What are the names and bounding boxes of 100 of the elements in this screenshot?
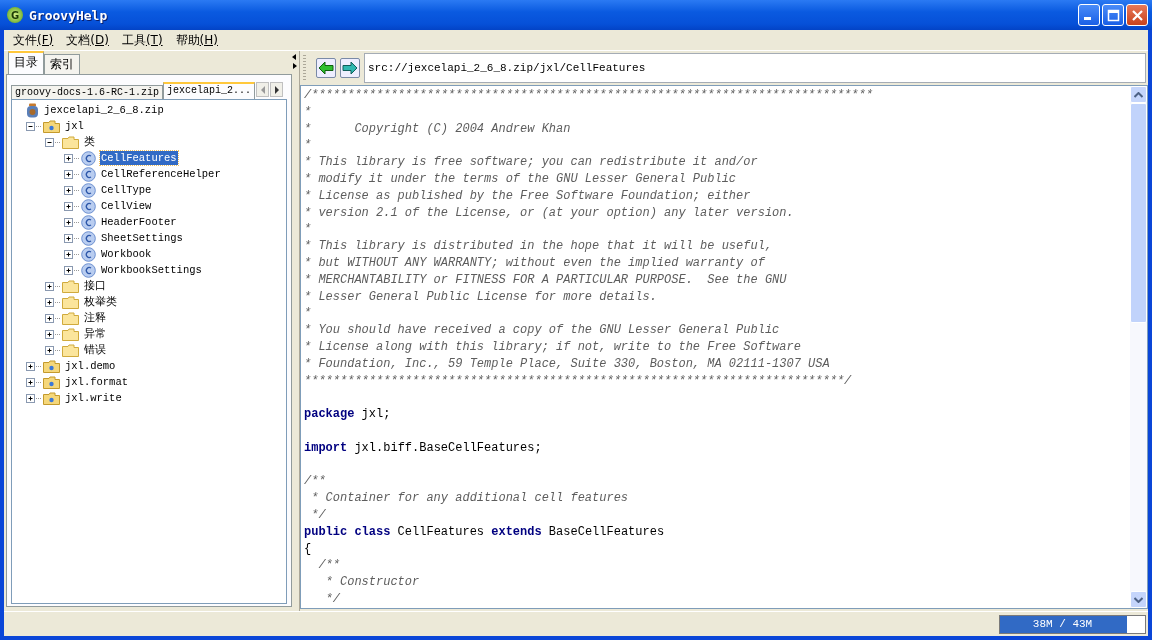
scroll-down-button[interactable]: [1130, 591, 1147, 608]
code-comment: * Foundation, Inc., 59 Temple Place, Suite 330, Boston, MA 02111-1307 USA: [304, 356, 830, 371]
document-tab[interactable]: jexcelapi_2...: [163, 82, 256, 99]
folder-icon: [62, 135, 79, 149]
code-comment: *: [304, 104, 312, 119]
tree-item[interactable]: CellView: [100, 199, 153, 213]
code-comment: /******************************************************************************: [304, 88, 873, 102]
code-comment: *: [304, 138, 312, 153]
expander-icon[interactable]: [64, 216, 81, 228]
tree-item[interactable]: HeaderFooter: [100, 215, 178, 229]
folder-icon: [62, 311, 79, 325]
tab[interactable]: 目录: [8, 51, 44, 74]
code-comment: * Container for any additional cell features: [310, 491, 629, 506]
class-icon: [81, 166, 96, 182]
expander-icon[interactable]: [64, 152, 81, 164]
expander-icon[interactable]: [45, 344, 62, 356]
memory-reading: 38M / 43M: [1031, 616, 1094, 632]
tab[interactable]: 索引: [44, 54, 80, 74]
tree-item[interactable]: CellReferenceHelper: [100, 167, 222, 181]
menu-item[interactable]: 文档(D): [60, 31, 116, 49]
expander-icon[interactable]: [26, 360, 43, 372]
maximize-icon: [1106, 8, 1120, 22]
code-text: jxl.biff.BaseCellFeatures;: [353, 440, 542, 455]
scrollbar-thumb[interactable]: [1130, 103, 1147, 323]
minimize-button[interactable]: [1078, 4, 1100, 26]
address-field[interactable]: src://jexcelapi_2_6_8.zip/jxl/CellFeatures: [364, 53, 1146, 83]
code-comment: * You should have received a copy of the GNU Lesser General Public: [304, 323, 780, 338]
expander-icon[interactable]: [64, 232, 81, 244]
code-comment: * modify it under the terms of the GNU Lesser General Public: [304, 172, 737, 186]
class-icon: [81, 150, 96, 166]
tree-item[interactable]: jxl.format: [64, 375, 129, 389]
code-comment: * version 2.1 of the License, or (at your option) any later version.: [304, 205, 794, 220]
code-comment: * Lesser General Public License for more details.: [304, 289, 657, 304]
code-text: {: [304, 541, 312, 556]
code-comment: /**: [317, 558, 340, 573]
code-keyword: import: [304, 440, 348, 455]
back-button[interactable]: [316, 58, 336, 78]
chevron-down-icon: [1134, 596, 1143, 603]
left-triangle-icon: [259, 85, 266, 94]
tree-item[interactable]: jexcelapi_2_6_8.zip: [43, 103, 165, 117]
code-comment: * This library is free software; you can redistribute it and/or: [304, 155, 758, 170]
code-keyword: extends: [491, 524, 542, 539]
forward-arrow-icon: [342, 61, 358, 75]
code-comment: * MERCHANTABILITY or FITNESS FOR A PARTICULAR PURPOSE. See the GNU: [304, 272, 787, 287]
expander-icon[interactable]: [26, 392, 43, 404]
tree-item[interactable]: jxl.write: [64, 391, 123, 405]
code-keyword: public class: [304, 524, 391, 539]
vertical-scrollbar[interactable]: [1130, 86, 1147, 608]
code-comment: *: [304, 222, 312, 237]
expander-icon[interactable]: [64, 248, 81, 260]
tree-item[interactable]: SheetSettings: [100, 231, 184, 245]
minimize-icon: [1084, 16, 1091, 20]
tree-item[interactable]: jxl: [64, 119, 85, 133]
expander-icon[interactable]: [45, 296, 62, 308]
code-keyword: package: [304, 407, 355, 422]
code-comment: * Copyright (C) 2004 Andrew Khan: [304, 121, 571, 136]
tree-item[interactable]: 注释: [83, 311, 107, 325]
class-icon: [81, 198, 96, 214]
back-arrow-icon: [318, 61, 334, 75]
code-text: BaseCellFeatures: [547, 524, 665, 539]
forward-button[interactable]: [340, 58, 360, 78]
expander-icon[interactable]: [26, 376, 43, 388]
tree-item[interactable]: CellType: [100, 183, 153, 197]
scroll-up-button[interactable]: [1130, 86, 1147, 103]
package-folder-icon: [43, 375, 60, 389]
menu-item[interactable]: 文件(F): [7, 31, 61, 49]
tree-item[interactable]: 接口: [83, 279, 107, 293]
folder-icon: [62, 295, 79, 309]
tree-item[interactable]: WorkbookSettings: [100, 263, 203, 277]
expander-icon[interactable]: [45, 312, 62, 324]
code-comment: /**: [304, 474, 326, 489]
scroll-right-button[interactable]: [270, 82, 284, 97]
package-folder-icon: [43, 359, 60, 373]
tree-item[interactable]: 错误: [83, 343, 107, 357]
expander-icon[interactable]: [64, 184, 81, 196]
app-logo-icon: G: [7, 7, 23, 23]
tree-item[interactable]: 类: [83, 135, 96, 149]
expander-icon[interactable]: [64, 200, 81, 212]
document-tab[interactable]: groovy-docs-1.6-RC-1.zip: [11, 85, 164, 99]
menu-item[interactable]: 工具(T): [115, 31, 170, 49]
tree-item[interactable]: CellFeatures: [100, 151, 178, 165]
tree-item[interactable]: 枚举类: [83, 295, 118, 309]
expander-icon[interactable]: [45, 328, 62, 340]
jar-icon: [26, 102, 39, 118]
package-folder-icon: [43, 119, 60, 133]
maximize-button[interactable]: [1102, 4, 1124, 26]
code-comment: * License as published by the Free Software Foundation; either: [304, 188, 751, 203]
close-button[interactable]: [1126, 4, 1148, 26]
menu-item[interactable]: 帮助(H): [169, 31, 225, 49]
expander-icon[interactable]: [64, 168, 81, 180]
tree-item[interactable]: 异常: [83, 327, 107, 341]
class-icon: [81, 182, 96, 198]
window-title: GroovyHelp: [29, 7, 108, 23]
expander-icon[interactable]: [64, 264, 81, 276]
code-text: CellFeatures: [396, 524, 486, 539]
expander-icon[interactable]: [45, 280, 62, 292]
code-comment: * Constructor: [324, 575, 420, 590]
tree-item[interactable]: Workbook: [100, 247, 153, 261]
tree-item[interactable]: jxl.demo: [64, 359, 117, 373]
code-comment: * License along with this library; if not, write to the Free Software: [304, 339, 801, 354]
